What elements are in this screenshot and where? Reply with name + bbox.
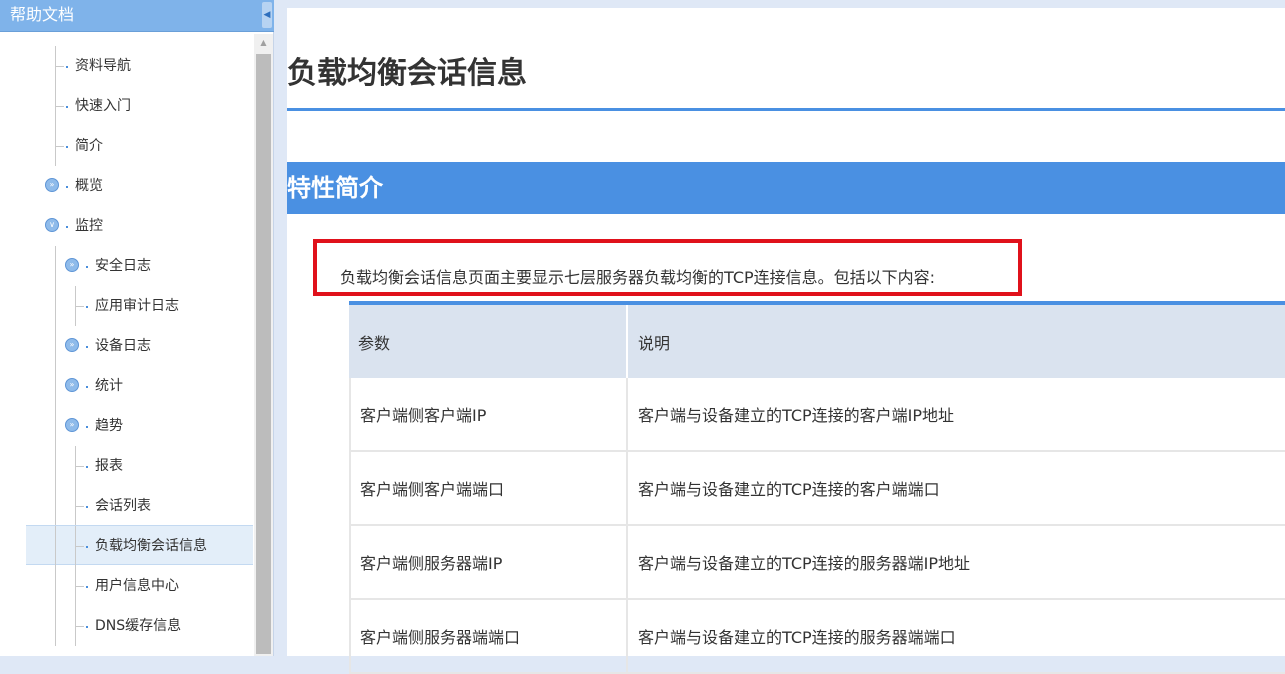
tree-item-resource-nav[interactable]: 资料导航 (0, 46, 254, 86)
tree-item-lb-session-info[interactable]: 负载均衡会话信息 (26, 525, 253, 566)
table-cell: 客户端侧服务器端端口 (349, 600, 626, 672)
table-row: 客户端侧客户端端口 客户端与设备建立的TCP连接的客户端端口 (349, 452, 1285, 526)
expand-icon[interactable]: » (65, 338, 79, 352)
page-title: 负载均衡会话信息 (287, 56, 527, 91)
tree-item-label: 简介 (75, 138, 103, 154)
tree-item-dns-cache[interactable]: DNS缓存信息 (0, 606, 254, 646)
section-header: 特性简介 (287, 162, 1285, 214)
tree-item-label: 快速入门 (75, 98, 131, 114)
help-tree: 资料导航 快速入门 简介 » 概览 ∨ 监控 » 安全日志 应用审计日志 » 设… (0, 34, 254, 656)
sidebar-header: 帮助文档 ◀ (0, 0, 274, 32)
tree-item-security-log[interactable]: » 安全日志 (0, 246, 254, 286)
sidebar-scrollbar[interactable]: ▲ (254, 34, 273, 656)
table-row: 客户端侧服务器端端口 客户端与设备建立的TCP连接的服务器端端口 (349, 600, 1285, 674)
table-header-row: 参数 说明 (349, 305, 1285, 378)
tree-item-label: 设备日志 (95, 338, 151, 354)
table-cell: 客户端与设备建立的TCP连接的服务器端端口 (626, 600, 1285, 672)
table-row: 客户端侧服务器端IP 客户端与设备建立的TCP连接的服务器端IP地址 (349, 526, 1285, 600)
tree-item-label: 负载均衡会话信息 (95, 538, 207, 554)
section-title: 特性简介 (287, 174, 383, 202)
tree-item-user-info-center[interactable]: 用户信息中心 (0, 566, 254, 606)
expand-icon[interactable]: » (45, 178, 59, 192)
tree-item-device-log[interactable]: » 设备日志 (0, 326, 254, 366)
scroll-thumb[interactable] (256, 54, 271, 654)
tree-item-label: 应用审计日志 (95, 298, 179, 314)
table-cell: 客户端侧客户端IP (349, 378, 626, 450)
tree-item-session-list[interactable]: 会话列表 (0, 486, 254, 526)
table-cell: 客户端与设备建立的TCP连接的客户端IP地址 (626, 378, 1285, 450)
collapse-left-icon[interactable]: ◀ (262, 2, 272, 28)
expand-icon[interactable]: » (65, 418, 79, 432)
tree-item-quick-start[interactable]: 快速入门 (0, 86, 254, 126)
table-cell: 客户端与设备建立的TCP连接的服务器端IP地址 (626, 526, 1285, 598)
help-sidebar: 帮助文档 ◀ 资料导航 快速入门 简介 » 概览 ∨ 监控 » 安全日志 应用审… (0, 0, 274, 656)
tree-item-app-audit-log[interactable]: 应用审计日志 (0, 286, 254, 326)
scroll-up-arrow-icon[interactable]: ▲ (254, 34, 273, 52)
tree-item-trend[interactable]: » 趋势 (0, 406, 254, 446)
help-content: 负载均衡会话信息 特性简介 负载均衡会话信息页面主要显示七层服务器负载均衡的TC… (287, 8, 1285, 674)
tree-item-intro[interactable]: 简介 (0, 126, 254, 166)
tree-item-label: 趋势 (95, 418, 123, 434)
tree-item-label: 监控 (75, 218, 103, 234)
expand-icon[interactable]: » (65, 378, 79, 392)
expand-icon[interactable]: » (65, 258, 79, 272)
table-cell: 客户端与设备建立的TCP连接的客户端端口 (626, 452, 1285, 524)
sidebar-title: 帮助文档 (10, 5, 75, 24)
tree-item-report[interactable]: 报表 (0, 446, 254, 486)
tree-item-label: 用户信息中心 (95, 578, 179, 594)
table-header-cell: 说明 (626, 305, 1285, 378)
collapse-icon[interactable]: ∨ (45, 218, 59, 232)
tree-item-overview[interactable]: » 概览 (0, 166, 254, 206)
tree-item-label: 报表 (95, 458, 123, 474)
tree-item-statistics[interactable]: » 统计 (0, 366, 254, 406)
tree-item-label: 统计 (95, 378, 123, 394)
tree-item-monitor[interactable]: ∨ 监控 (0, 206, 254, 246)
title-divider (287, 108, 1285, 111)
table-cell: 客户端侧服务器端IP (349, 526, 626, 598)
tree-item-label: 概览 (75, 178, 103, 194)
table-row: 客户端侧客户端IP 客户端与设备建立的TCP连接的客户端IP地址 (349, 378, 1285, 452)
tree-item-label: 安全日志 (95, 258, 151, 274)
tree-item-label: DNS缓存信息 (95, 618, 182, 634)
tree-item-label: 会话列表 (95, 498, 151, 514)
tree-item-label: 资料导航 (75, 58, 131, 74)
intro-text: 负载均衡会话信息页面主要显示七层服务器负载均衡的TCP连接信息。包括以下内容: (340, 268, 936, 287)
table-header-cell: 参数 (358, 333, 391, 353)
table-cell: 客户端侧客户端端口 (349, 452, 626, 524)
